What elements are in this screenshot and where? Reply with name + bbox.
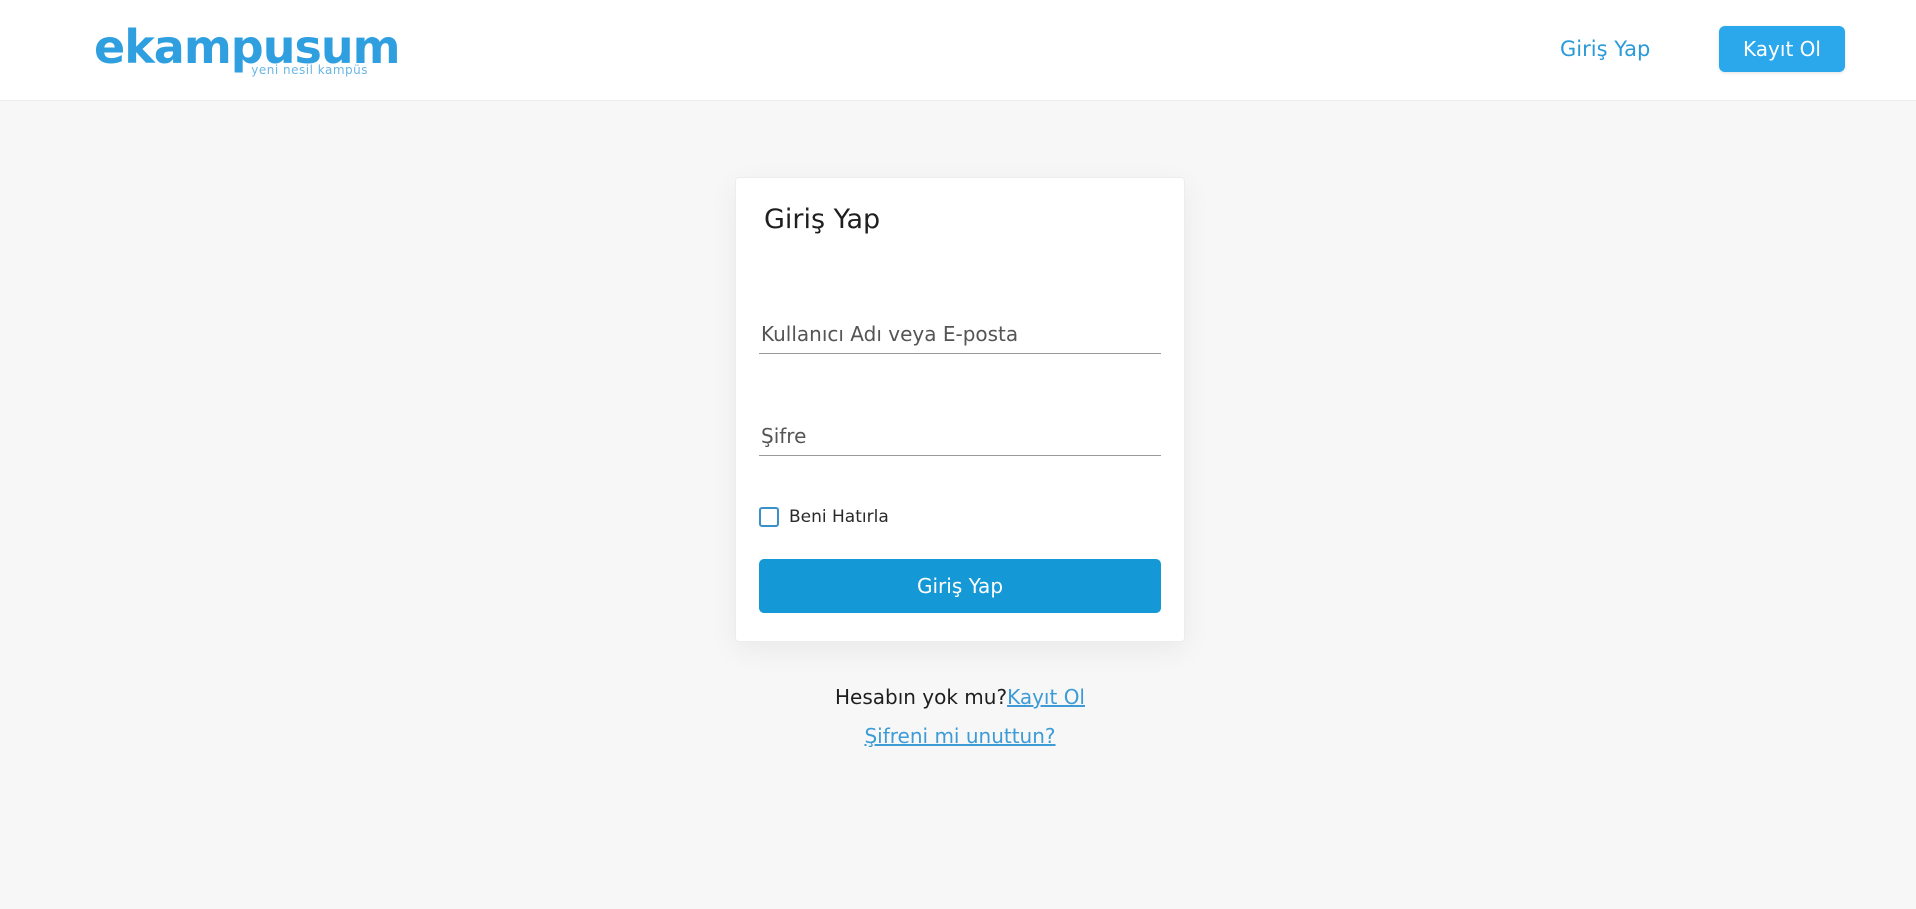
footer-register-link[interactable]: Kayıt Ol xyxy=(1007,685,1085,709)
remember-me-label: Beni Hatırla xyxy=(789,507,889,527)
forgot-password-link[interactable]: Şifreni mi unuttun? xyxy=(864,724,1055,748)
no-account-row: Hesabın yok mu?Kayıt Ol xyxy=(735,683,1185,711)
remember-me-row[interactable]: Beni Hatırla xyxy=(759,506,889,528)
login-submit-button[interactable]: Giriş Yap xyxy=(759,559,1161,613)
password-input[interactable] xyxy=(759,420,1161,456)
nav-register-button[interactable]: Kayıt Ol xyxy=(1719,26,1845,72)
username-email-input[interactable] xyxy=(759,318,1161,354)
no-account-text: Hesabın yok mu? xyxy=(834,685,1008,709)
ekampusum-logo[interactable]: ekampusum yeni nesil kampüs xyxy=(94,20,400,80)
login-title: Giriş Yap xyxy=(764,204,881,235)
forgot-password-row: Şifreni mi unuttun? xyxy=(735,722,1185,750)
logo-tagline: yeni nesil kampüs xyxy=(251,63,368,77)
nav-login-link[interactable]: Giriş Yap xyxy=(1560,34,1650,64)
top-navbar: ekampusum yeni nesil kampüs Giriş Yap Ka… xyxy=(0,0,1916,101)
remember-me-checkbox[interactable] xyxy=(759,507,779,527)
